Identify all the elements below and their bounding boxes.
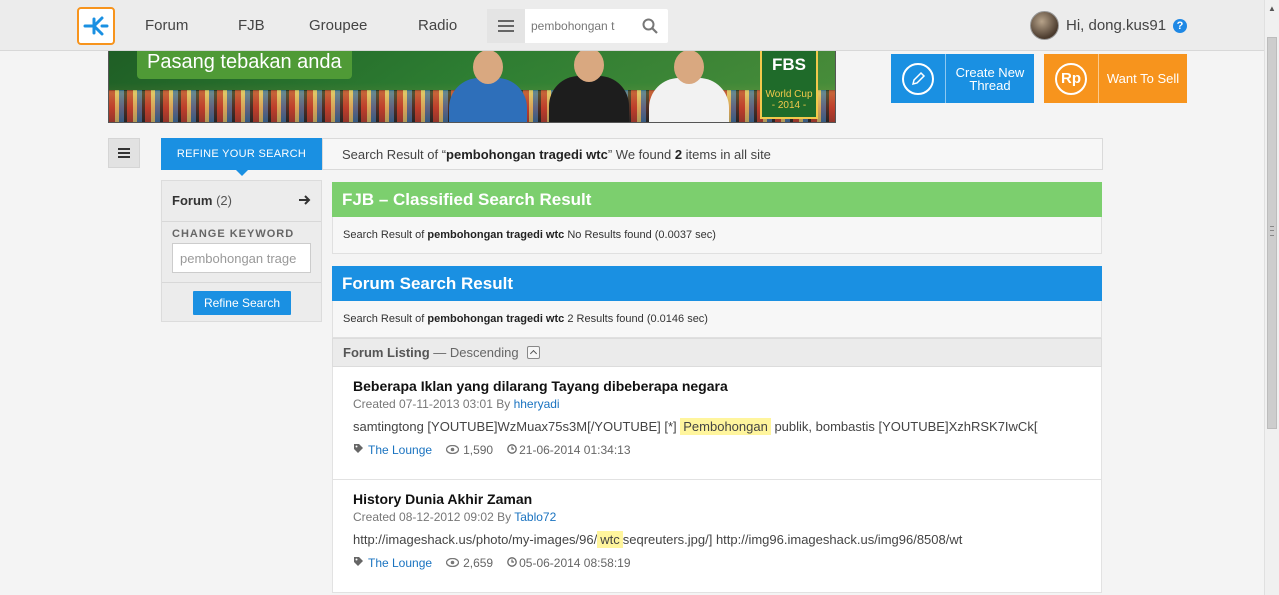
forum-info-suffix: 2 Results found (0.0146 sec)	[564, 313, 708, 325]
forum-section-info: Search Result of pembohongan tragedi wtc…	[332, 301, 1102, 338]
user-greeting[interactable]: Hi, dong.kus91	[1066, 17, 1166, 34]
create-thread-label: Create New Thread	[955, 64, 1025, 93]
tag-icon	[353, 443, 364, 457]
search-summary: Search Result of “pembohongan tragedi wt…	[322, 138, 1103, 170]
summary-count: 2	[674, 147, 683, 162]
fjb-info-prefix: Search Result of	[343, 229, 428, 241]
snippet-highlight: wtc	[597, 531, 623, 548]
result-created: Created 07-11-2013 03:01 By	[353, 397, 514, 411]
ad-banner[interactable]: Pasang tebakan anda FBS World Cup - 2014 …	[108, 51, 836, 123]
forum-listing-bar: Forum Listing — Descending	[332, 338, 1102, 367]
result-author-link[interactable]: hheryadi	[514, 397, 560, 411]
forum-filter[interactable]: Forum (2)	[172, 193, 232, 208]
fbs-logo: FBS World Cup - 2014 -	[760, 51, 818, 119]
fjb-info-query: pembohongan tragedi wtc	[427, 229, 565, 241]
sidebar-toggle-button[interactable]	[108, 138, 140, 168]
result-meta: Created 07-11-2013 03:01 By hheryadi	[353, 397, 560, 411]
listing-label: Forum Listing	[343, 345, 430, 360]
result-last-post: 05-06-2014 08:58:19	[519, 556, 631, 570]
result-item: Beberapa Iklan yang dilarang Tayang dibe…	[332, 367, 1102, 480]
forum-info-prefix: Search Result of	[343, 313, 428, 325]
snippet-before: samtingtong [YOUTUBE]WzMuax75s3M[/YOUTUB…	[353, 419, 681, 434]
result-title-link[interactable]: History Dunia Akhir Zaman	[353, 491, 532, 507]
summary-suffix: items in all site	[682, 147, 771, 162]
menu-icon	[118, 148, 130, 158]
clock-icon	[507, 556, 517, 570]
result-footer: The Lounge 1,590 21-06-2014 01:34:13	[353, 443, 631, 457]
refine-search-button[interactable]: Refine Search	[193, 291, 291, 315]
keyword-input[interactable]	[172, 243, 311, 273]
eye-icon	[445, 443, 460, 457]
event-line-2: - 2014 -	[771, 100, 807, 111]
nav-fjb-link[interactable]: FJB	[238, 17, 265, 34]
result-meta: Created 08-12-2012 09:02 By Tablo72	[353, 510, 556, 524]
search-box	[487, 9, 668, 43]
search-icon[interactable]	[642, 18, 658, 37]
result-snippet: http://imageshack.us/photo/my-images/96/…	[353, 531, 963, 548]
create-thread-button[interactable]: Create New Thread	[891, 54, 1034, 103]
snippet-after: seqreuters.jpg/] http://img96.imageshack…	[622, 532, 963, 547]
result-created: Created 08-12-2012 09:02 By	[353, 510, 515, 524]
kaskus-logo-icon[interactable]	[77, 7, 115, 45]
fjb-section-info: Search Result of pembohongan tragedi wtc…	[332, 217, 1102, 254]
eye-icon	[445, 556, 460, 570]
result-views: 1,590	[463, 443, 494, 457]
summary-query: pembohongan tragedi wtc	[446, 147, 608, 162]
change-keyword-label: CHANGE KEYWORD	[172, 228, 295, 240]
page-scrollbar[interactable]: ▲	[1264, 0, 1279, 595]
result-footer: The Lounge 2,659 05-06-2014 08:58:19	[353, 556, 631, 570]
nav-radio-link[interactable]: Radio	[418, 17, 457, 34]
menu-icon[interactable]	[487, 9, 525, 43]
fbs-brand: FBS	[772, 55, 806, 74]
fjb-section-title: FJB – Classified Search Result	[332, 182, 1102, 217]
search-input[interactable]	[531, 17, 623, 35]
result-category-link[interactable]: The Lounge	[368, 556, 432, 570]
clock-icon	[507, 443, 517, 457]
result-snippet: samtingtong [YOUTUBE]WzMuax75s3M[/YOUTUB…	[353, 418, 1038, 435]
result-item: History Dunia Akhir Zaman Created 08-12-…	[332, 480, 1102, 593]
scroll-up-icon[interactable]: ▲	[1268, 4, 1276, 13]
tag-icon	[353, 556, 364, 570]
forum-filter-label: Forum	[172, 193, 213, 208]
summary-prefix: Search Result of “	[342, 147, 447, 162]
top-navbar: Forum FJB Groupee Radio Hi, dong.kus91 ?	[0, 0, 1264, 51]
want-to-sell-label: Want To Sell	[1106, 71, 1180, 86]
fjb-info-suffix: No Results found (0.0037 sec)	[564, 229, 716, 241]
refine-panel: Forum (2) CHANGE KEYWORD Refine Search	[161, 180, 322, 322]
arrow-right-icon[interactable]	[299, 193, 311, 208]
snippet-before: http://imageshack.us/photo/my-images/96/	[353, 532, 598, 547]
event-line-1: World Cup	[765, 89, 813, 100]
nav-forum-link[interactable]: Forum	[145, 17, 188, 34]
result-author-link[interactable]: Tablo72	[514, 510, 556, 524]
snippet-after: publik, bombastis [YOUTUBE]XzhRSK7IwCk[	[770, 419, 1038, 434]
banner-tagline: Pasang tebakan anda	[137, 51, 352, 79]
summary-middle: ” We found	[607, 147, 675, 162]
nav-groupee-link[interactable]: Groupee	[309, 17, 367, 34]
pencil-icon	[902, 62, 934, 95]
avatar[interactable]	[1030, 11, 1059, 40]
listing-order: — Descending	[429, 345, 519, 360]
result-last-post: 21-06-2014 01:34:13	[519, 443, 631, 457]
scrollbar-thumb[interactable]	[1267, 37, 1277, 429]
rupiah-icon: Rp	[1055, 62, 1087, 95]
forum-info-query: pembohongan tragedi wtc	[427, 313, 565, 325]
result-title-link[interactable]: Beberapa Iklan yang dilarang Tayang dibe…	[353, 378, 728, 394]
forum-section-title: Forum Search Result	[332, 266, 1102, 301]
forum-filter-count: (2)	[216, 193, 232, 208]
snippet-highlight: Pembohongan	[680, 418, 771, 435]
result-views: 2,659	[463, 556, 494, 570]
refine-search-tab[interactable]: REFINE YOUR SEARCH	[161, 138, 322, 176]
want-to-sell-button[interactable]: Rp Want To Sell	[1044, 54, 1187, 103]
result-category-link[interactable]: The Lounge	[368, 443, 432, 457]
sort-toggle-icon[interactable]	[526, 346, 540, 359]
help-icon[interactable]: ?	[1173, 19, 1187, 33]
